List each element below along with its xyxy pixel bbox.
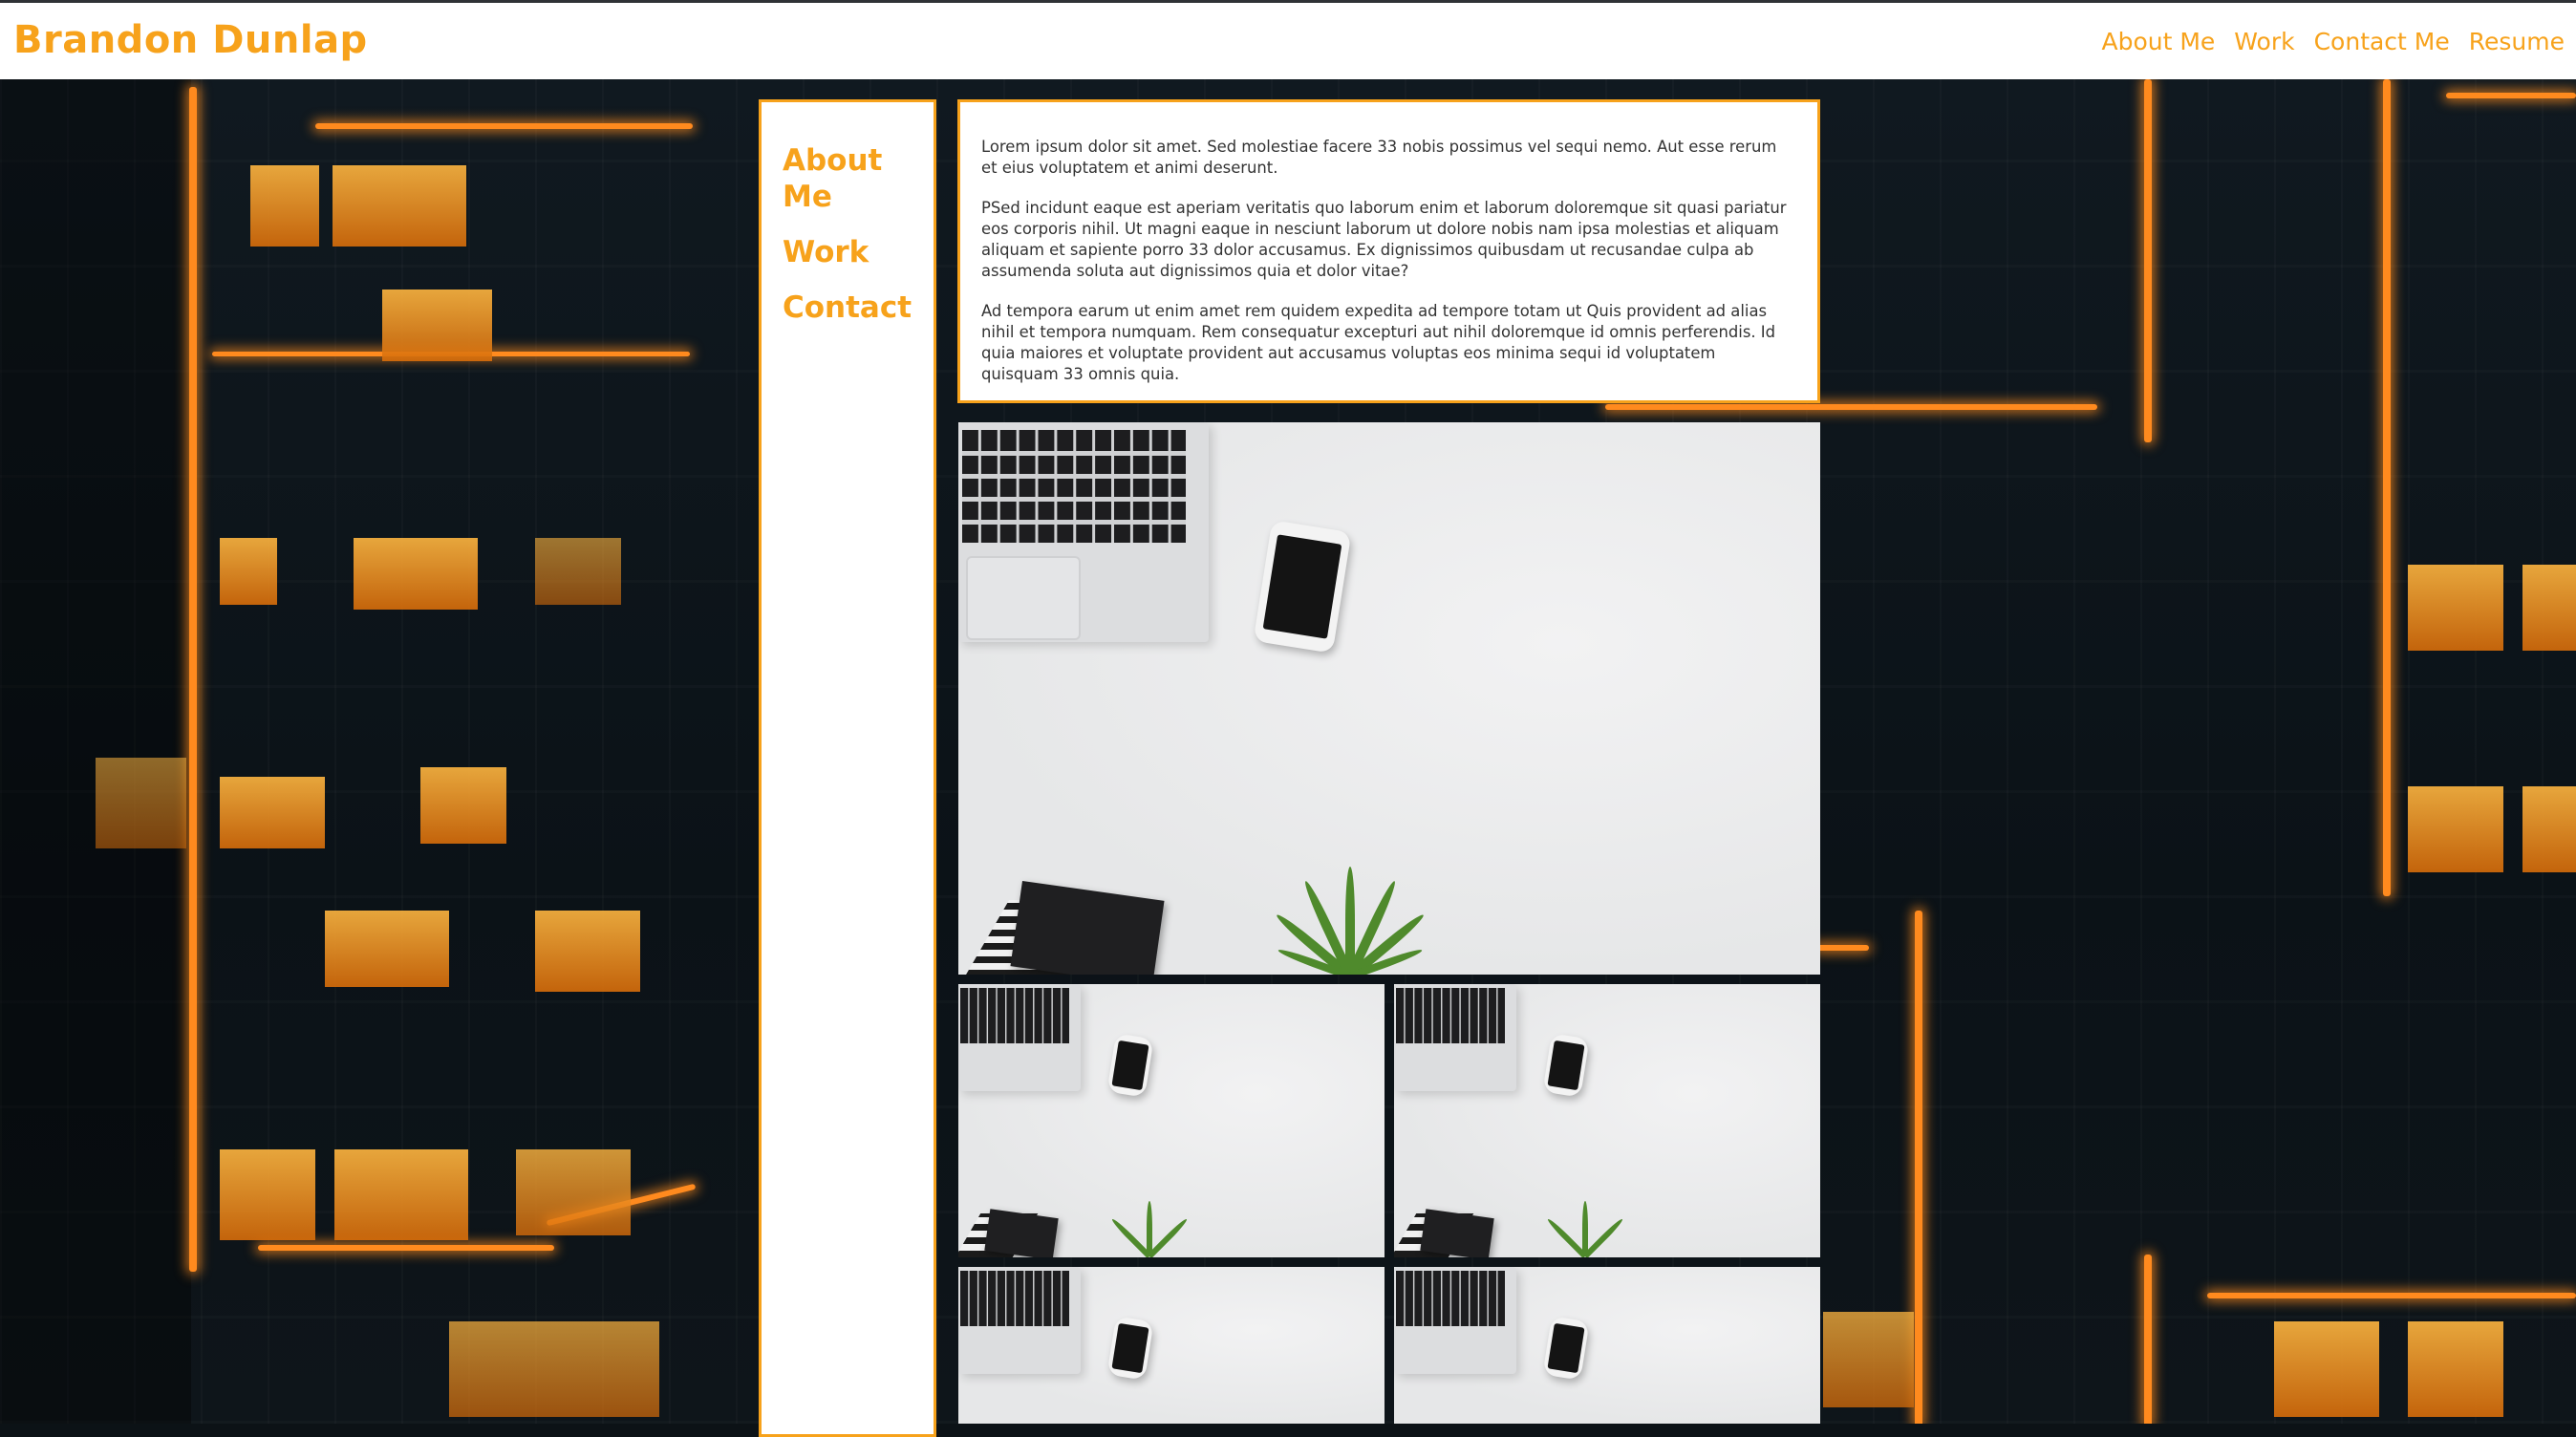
work-image-small[interactable] xyxy=(1394,984,1820,1257)
about-paragraph: PSed incidunt eaque est aperiam veritati… xyxy=(981,199,1787,280)
sidebar-item-contact[interactable]: Contact xyxy=(783,290,934,326)
work-image-small[interactable] xyxy=(958,1267,1385,1424)
plant-graphic xyxy=(1255,867,1446,975)
sidebar-item-work[interactable]: Work xyxy=(783,234,934,270)
work-image-small[interactable] xyxy=(1394,1267,1820,1424)
nav-about-me-link[interactable]: About Me xyxy=(2101,28,2215,55)
brand-name[interactable]: Brandon Dunlap xyxy=(13,18,368,62)
about-paragraph: Ad tempora earum ut enim amet rem quidem… xyxy=(981,302,1776,383)
nav-contact-me-link[interactable]: Contact Me xyxy=(2314,28,2450,55)
sidebar-item-about-me[interactable]: About Me xyxy=(783,142,934,215)
work-image-small[interactable] xyxy=(958,984,1385,1257)
nav-work-link[interactable]: Work xyxy=(2234,28,2294,55)
about-paragraph: Lorem ipsum dolor sit amet. Sed molestia… xyxy=(981,138,1777,177)
sidebar: About Me Work Contact xyxy=(759,99,936,1437)
top-nav: About Me Work Contact Me Resume xyxy=(2101,28,2565,55)
work-image-large[interactable] xyxy=(958,422,1820,975)
site-header: Brandon Dunlap About Me Work Contact Me … xyxy=(0,3,2576,79)
nav-resume-link[interactable]: Resume xyxy=(2469,28,2565,55)
sidebar-nav: About Me Work Contact xyxy=(783,142,934,326)
about-card: Lorem ipsum dolor sit amet. Sed molestia… xyxy=(957,99,1820,403)
